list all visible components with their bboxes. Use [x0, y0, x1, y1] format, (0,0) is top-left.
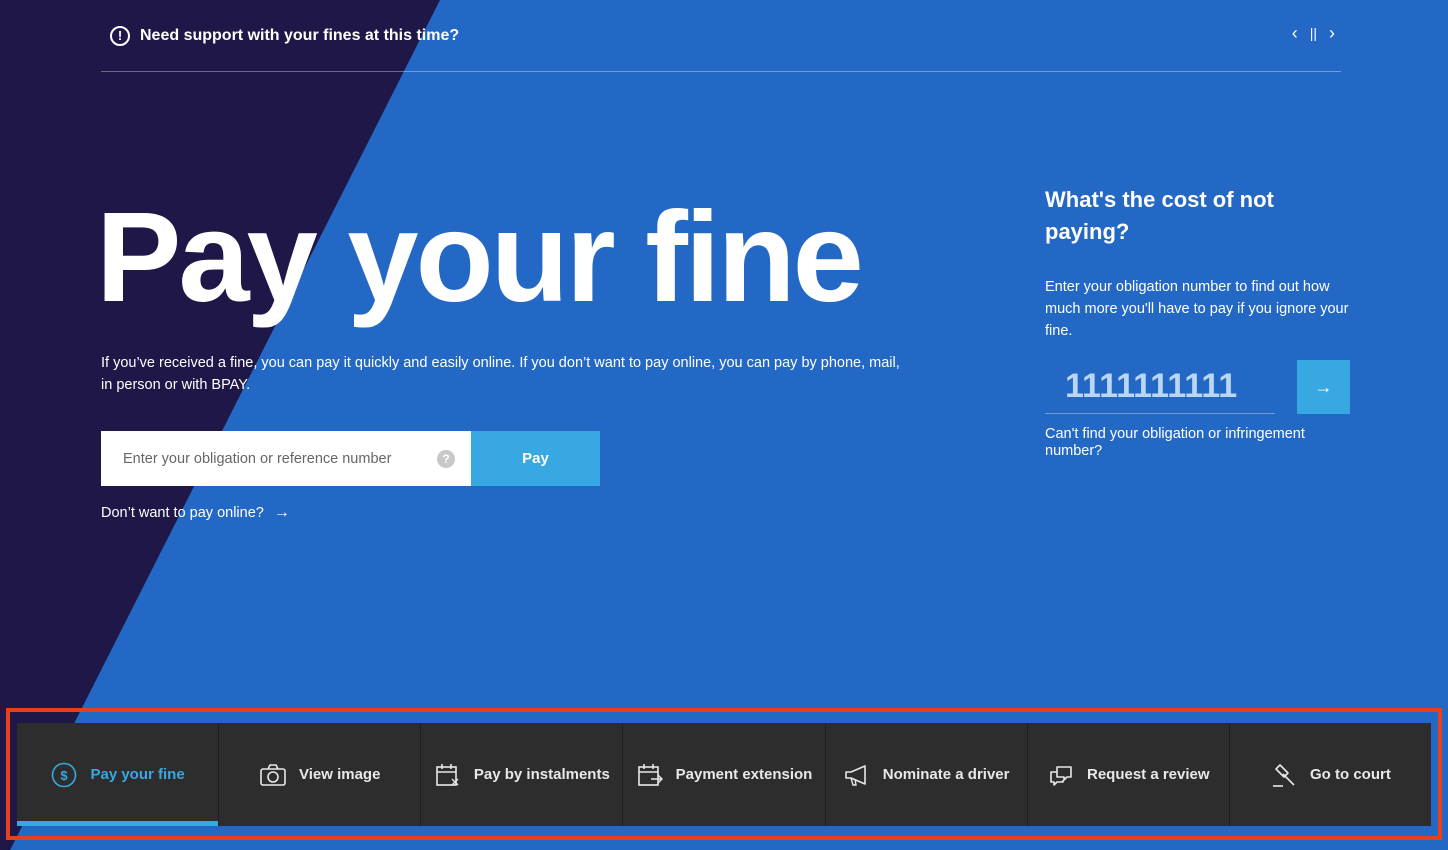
alt-link-label: Don’t want to pay online? [101, 505, 264, 521]
help-icon[interactable]: ? [437, 449, 455, 468]
exclamation-icon: ! [110, 25, 130, 46]
cost-of-not-paying-heading: What's the cost of not paying? [1045, 187, 1274, 244]
page-title: Pay your fine [96, 186, 864, 329]
highlight-outline [6, 708, 1442, 840]
banner-controls: ‹ || › [1292, 24, 1335, 42]
dont-want-to-pay-online-link[interactable]: Don’t want to pay online? → [101, 504, 290, 522]
obligation-search-field: ? [101, 431, 471, 486]
pause-icon[interactable]: || [1310, 26, 1317, 40]
hero-description: If you’ve received a fine, you can pay i… [101, 355, 900, 393]
banner-text[interactable]: Need support with your fines at this tim… [140, 27, 459, 45]
pay-search-form: ? Pay [101, 431, 600, 486]
arrow-right-icon: → [273, 504, 290, 521]
chevron-left-icon[interactable]: ‹ [1292, 24, 1298, 42]
obligation-number-field [1045, 360, 1275, 414]
chevron-right-icon[interactable]: › [1329, 24, 1335, 42]
pay-button[interactable]: Pay [471, 431, 600, 486]
obligation-number-input[interactable] [1065, 367, 1265, 406]
cant-find-obligation-link[interactable]: Can't find your obligation or infringeme… [1045, 426, 1345, 460]
obligation-submit-button[interactable]: → [1297, 360, 1350, 414]
cost-description: Enter your obligation number to find out… [1045, 279, 1349, 339]
support-banner: ! Need support with your fines at this t… [101, 0, 1341, 72]
obligation-search-input[interactable] [123, 450, 437, 467]
arrow-right-icon: → [1314, 376, 1333, 397]
